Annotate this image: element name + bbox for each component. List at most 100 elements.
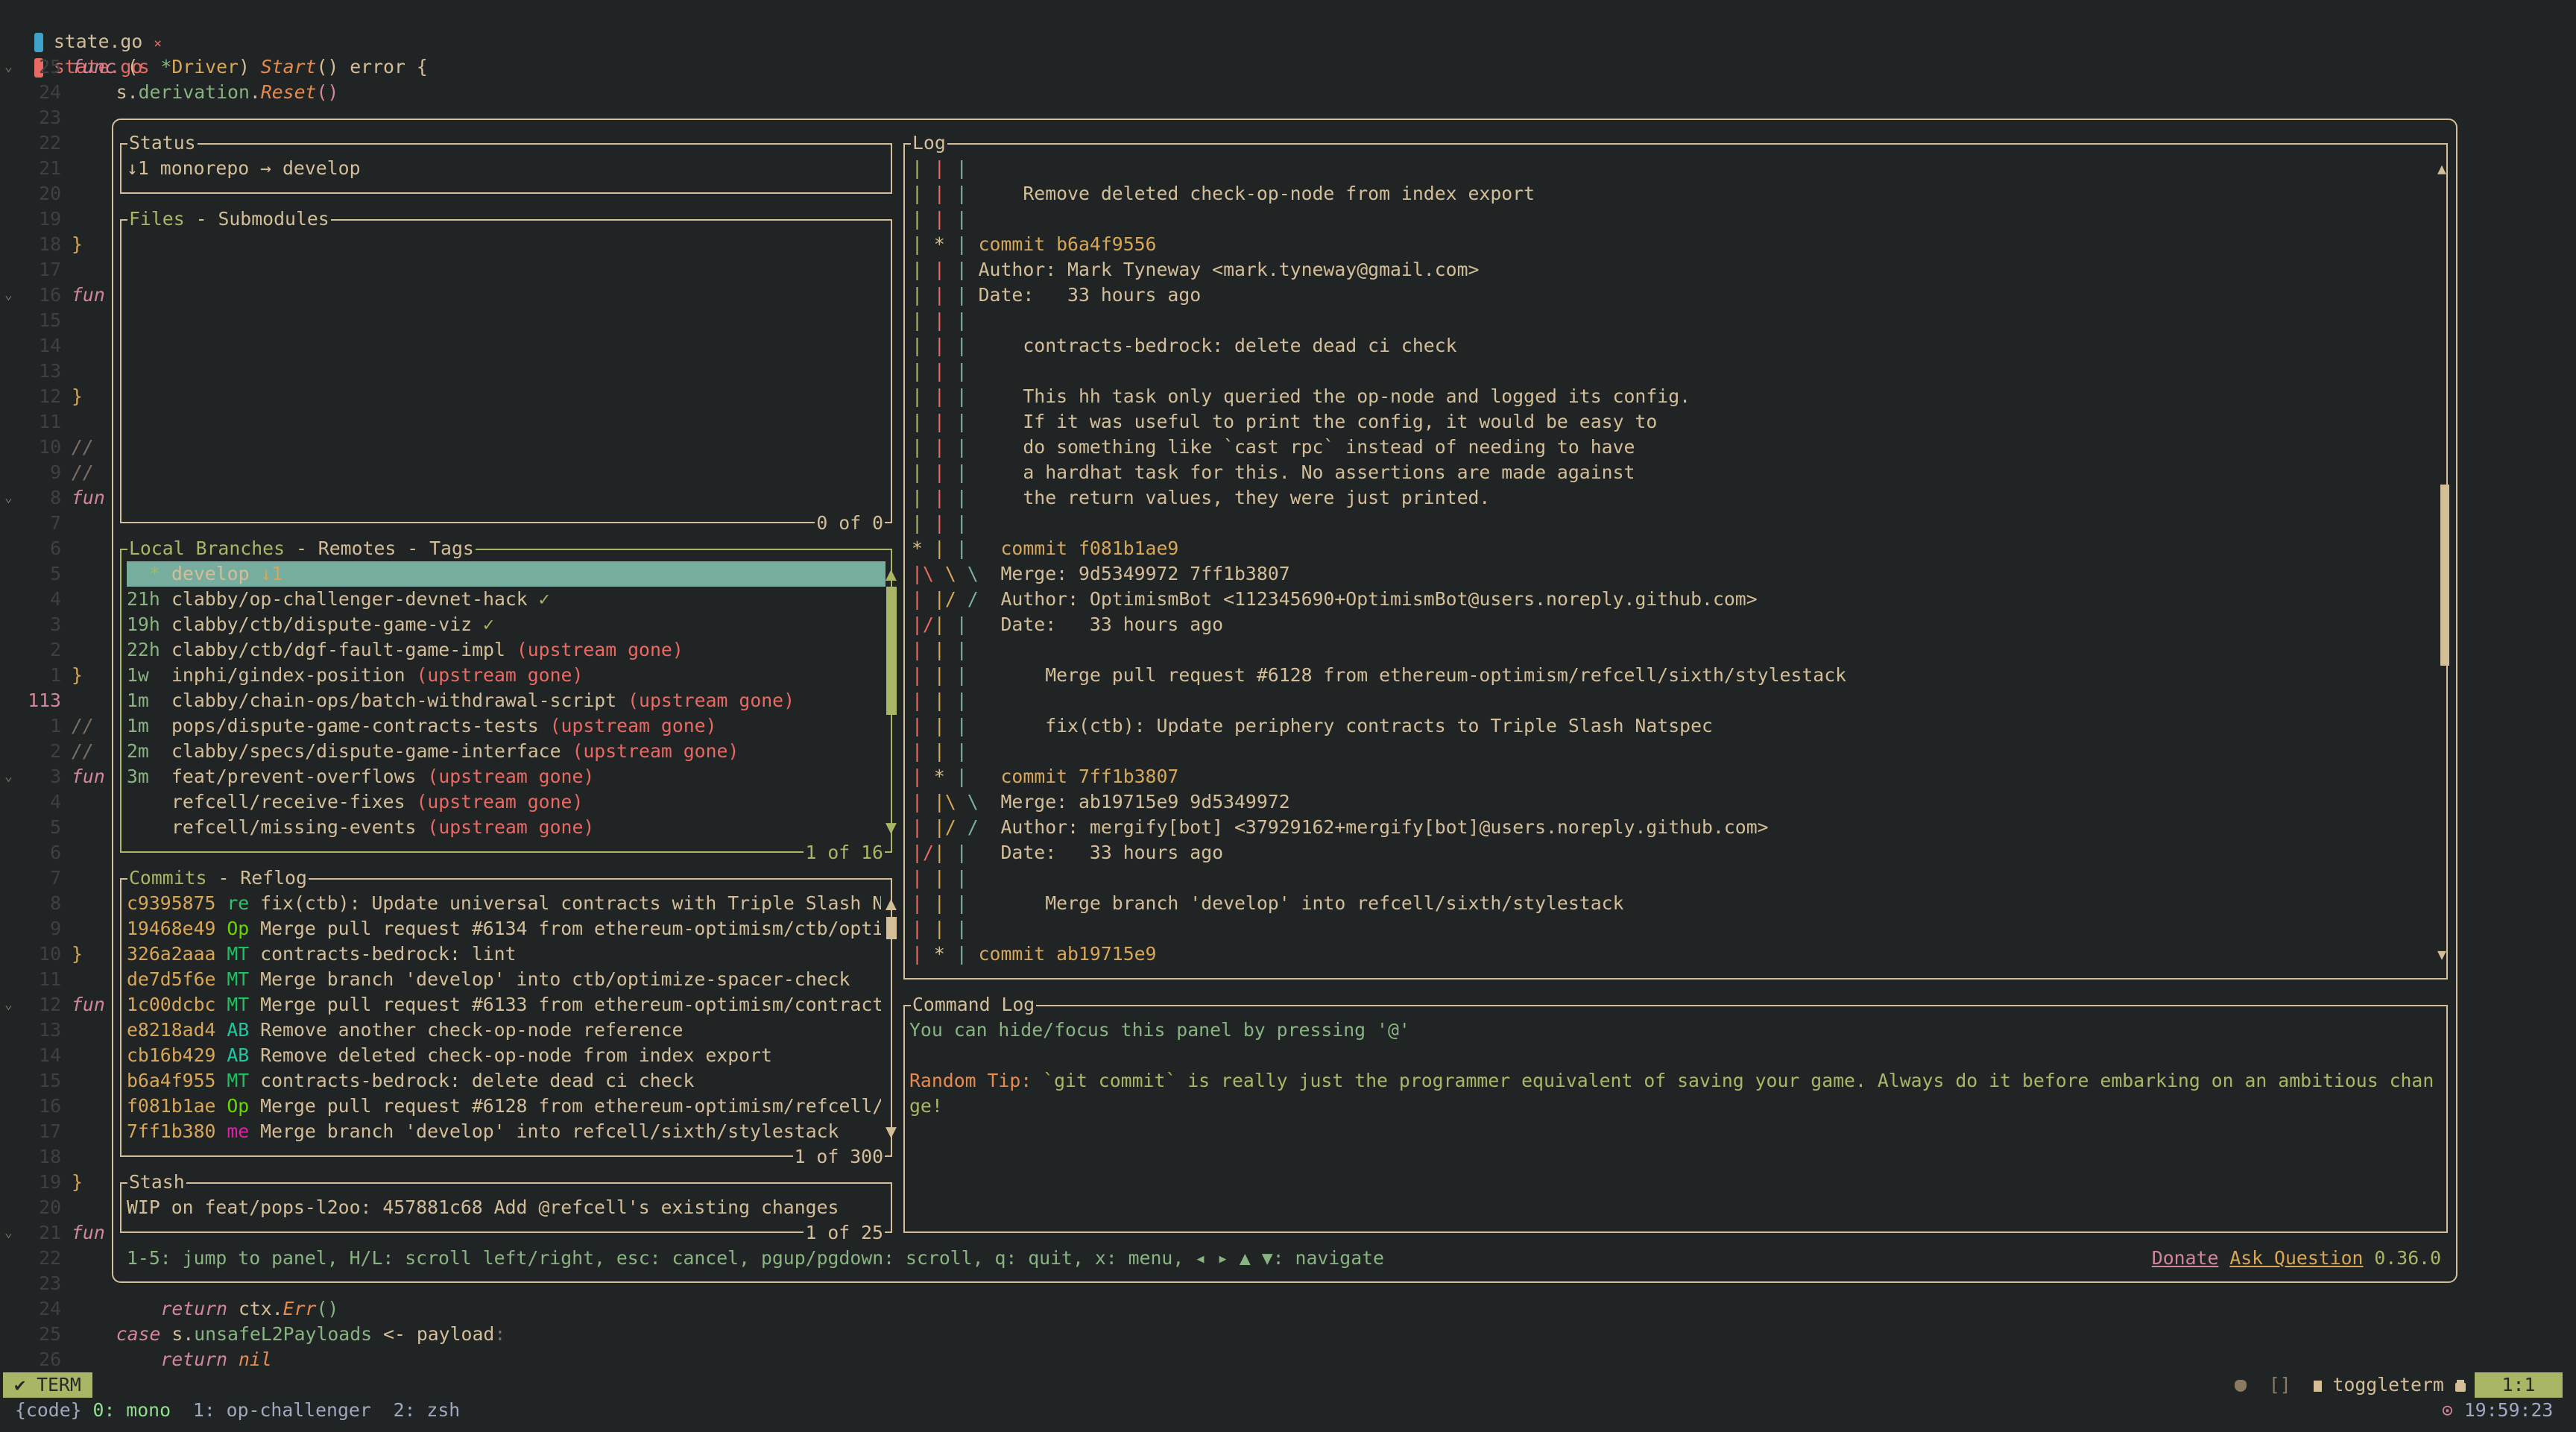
log-line: | | | xyxy=(912,359,979,384)
graph-edge xyxy=(945,284,956,306)
commit-item[interactable]: 1c00dcbc MT Merge pull request #6133 fro… xyxy=(127,992,881,1018)
graph-edge: \ xyxy=(967,563,979,584)
commit-hash: de7d5f6e xyxy=(127,968,216,990)
fold-chevron-icon[interactable]: ⌄ xyxy=(4,283,13,308)
commit-item[interactable]: 19468e49 Op Merge pull request #6134 fro… xyxy=(127,916,881,941)
branches-scrollbar[interactable] xyxy=(886,587,897,715)
tmux-window-0[interactable]: 0: mono xyxy=(93,1399,171,1421)
commit-author: AB xyxy=(227,1019,250,1041)
branch-tracking-status: (upstream gone) xyxy=(416,791,584,813)
tab-reflog[interactable]: - Reflog xyxy=(207,867,306,889)
branch-item[interactable]: 3m feat/prevent-overflows (upstream gone) xyxy=(127,764,886,789)
code-token: // xyxy=(72,436,94,458)
graph-edge xyxy=(923,487,934,508)
code-token: : xyxy=(494,1323,506,1345)
branch-item[interactable]: refcell/missing-events (upstream gone) xyxy=(127,815,886,840)
branch-item[interactable]: 22h clabby/ctb/dgf-fault-game-impl (upstr… xyxy=(127,637,886,663)
commit-item[interactable]: 7ff1b380 me Merge branch 'develop' into … xyxy=(127,1119,881,1144)
branch-name: pops/dispute-game-contracts-tests xyxy=(171,715,539,736)
branch-item[interactable]: 21h clabby/op-challenger-devnet-hack ✓ xyxy=(127,587,886,612)
line-number: 24 xyxy=(39,1298,61,1319)
branch-item[interactable]: * develop ↓1 xyxy=(127,561,886,587)
close-icon[interactable]: × xyxy=(154,36,162,51)
scroll-up-arrow[interactable]: ▲ xyxy=(2437,156,2446,181)
log-scrollbar[interactable] xyxy=(2440,485,2449,666)
fold-chevron-icon[interactable]: ⌄ xyxy=(4,485,13,511)
log-line: | * | commit 7ff1b3807 xyxy=(912,764,1178,789)
graph-edge xyxy=(923,157,934,179)
commit-item[interactable]: f081b1ae Op Merge pull request #6128 fro… xyxy=(127,1094,881,1119)
fold-chevron-icon[interactable]: ⌄ xyxy=(4,764,13,789)
log-line: | | | xyxy=(912,206,979,232)
branch-item[interactable]: 19h clabby/ctb/dispute-game-viz ✓ xyxy=(127,612,886,637)
tab-commits[interactable]: Commits xyxy=(129,867,207,889)
graph-edge: | xyxy=(912,740,923,762)
graph-edge xyxy=(923,309,934,331)
graph-edge: | xyxy=(933,259,945,280)
tip-text-wrap: ge! xyxy=(909,1095,943,1117)
log-line: * | | commit f081b1ae9 xyxy=(912,536,1178,561)
commit-item[interactable]: de7d5f6e MT Merge branch 'develop' into … xyxy=(127,967,881,992)
line-number: 15 xyxy=(39,1070,61,1091)
commit-author: MT xyxy=(227,968,250,990)
commit-graph: | | | xyxy=(912,436,967,458)
scroll-down-arrow[interactable]: ▼ xyxy=(886,815,897,840)
graph-edge: * xyxy=(912,537,923,559)
tmux-window-1[interactable]: 1: op-challenger xyxy=(193,1399,371,1421)
code-token: s. xyxy=(160,1323,195,1345)
fold-chevron-icon[interactable]: ⌄ xyxy=(4,1220,13,1246)
scroll-up-arrow[interactable]: ▲ xyxy=(886,891,897,916)
files-panel[interactable]: Files - Submodules 0 of 0 xyxy=(120,206,892,536)
branch-item[interactable]: 2m clabby/specs/dispute-game-interface (u… xyxy=(127,739,886,764)
commit-graph: | | | xyxy=(912,918,967,939)
filetype: toggleterm xyxy=(2332,1374,2444,1395)
code-text: fun xyxy=(72,992,105,1018)
code-token: s. xyxy=(72,81,139,103)
branch-item[interactable]: 1m pops/dispute-game-contracts-tests (ups… xyxy=(127,713,886,739)
commits-scrollbar[interactable] xyxy=(886,917,897,939)
branch-item[interactable]: 1m clabby/chain-ops/batch-withdrawal-scri… xyxy=(127,688,886,713)
scroll-up-arrow[interactable]: ▲ xyxy=(886,561,897,587)
commit-item[interactable]: b6a4f955 MT contracts-bedrock: delete de… xyxy=(127,1068,881,1094)
ask-question-link[interactable]: Ask Question xyxy=(2229,1247,2363,1269)
graph-edge xyxy=(923,208,934,230)
code-text: // xyxy=(72,435,94,460)
fold-chevron-icon[interactable]: ⌄ xyxy=(4,992,13,1018)
graph-edge: / xyxy=(944,588,956,610)
log-text: Merge: 9d5349972 7ff1b3807 xyxy=(989,563,1290,584)
commits-count: 1 of 300 xyxy=(792,1144,885,1170)
code-text: return nil xyxy=(72,1347,271,1372)
commit-item[interactable]: cb16b429 AB Remove deleted check-op-node… xyxy=(127,1043,881,1068)
branch-item[interactable]: refcell/receive-fixes (upstream gone) xyxy=(127,789,886,815)
line-number: 13 xyxy=(39,1019,61,1041)
line-number: 1 xyxy=(50,664,61,686)
branch-item[interactable]: 1w inphi/gindex-position (upstream gone) xyxy=(127,663,886,688)
tab-files[interactable]: Files xyxy=(129,208,185,230)
graph-edge: | xyxy=(933,335,945,356)
code-token: ctx. xyxy=(227,1298,283,1319)
commit-item[interactable]: 326a2aaa MT contracts-bedrock: lint xyxy=(127,941,881,967)
donate-link[interactable]: Donate xyxy=(2152,1247,2219,1269)
tmux-window-2[interactable]: 2: zsh xyxy=(394,1399,461,1421)
commit-item[interactable]: c9395875 re fix(ctb): Update universal c… xyxy=(127,891,881,916)
log-text: the return values, they were just printe… xyxy=(978,487,1491,508)
commit-item[interactable]: e8218ad4 AB Remove another check-op-node… xyxy=(127,1018,881,1043)
tab-local-branches[interactable]: Local Branches xyxy=(129,537,285,559)
tab-submodules[interactable]: - Submodules xyxy=(185,208,329,230)
stash-count: 1 of 25 xyxy=(804,1220,885,1246)
stash-entry[interactable]: WIP on feat/pops-l2oo: 457881c68 Add @re… xyxy=(127,1195,839,1220)
line-number: 20 xyxy=(39,1196,61,1218)
code-token: () xyxy=(316,1298,339,1319)
code-token: func xyxy=(72,56,116,78)
winbar-tab[interactable]: state.go × xyxy=(12,4,162,52)
commit-header: commit b6a4f9556 xyxy=(978,233,1157,255)
code-text: fun xyxy=(72,1220,105,1246)
scroll-down-arrow[interactable]: ▼ xyxy=(886,1119,897,1144)
branch-name: feat/prevent-overflows xyxy=(171,766,417,787)
tab-remotes-tags[interactable]: - Remotes - Tags xyxy=(285,537,474,559)
graph-edge: | xyxy=(912,385,923,407)
fold-chevron-icon[interactable]: ⌄ xyxy=(4,54,13,80)
commit-graph: | | | xyxy=(912,284,967,306)
scroll-down-arrow[interactable]: ▼ xyxy=(2437,941,2446,967)
graph-edge xyxy=(923,918,934,939)
